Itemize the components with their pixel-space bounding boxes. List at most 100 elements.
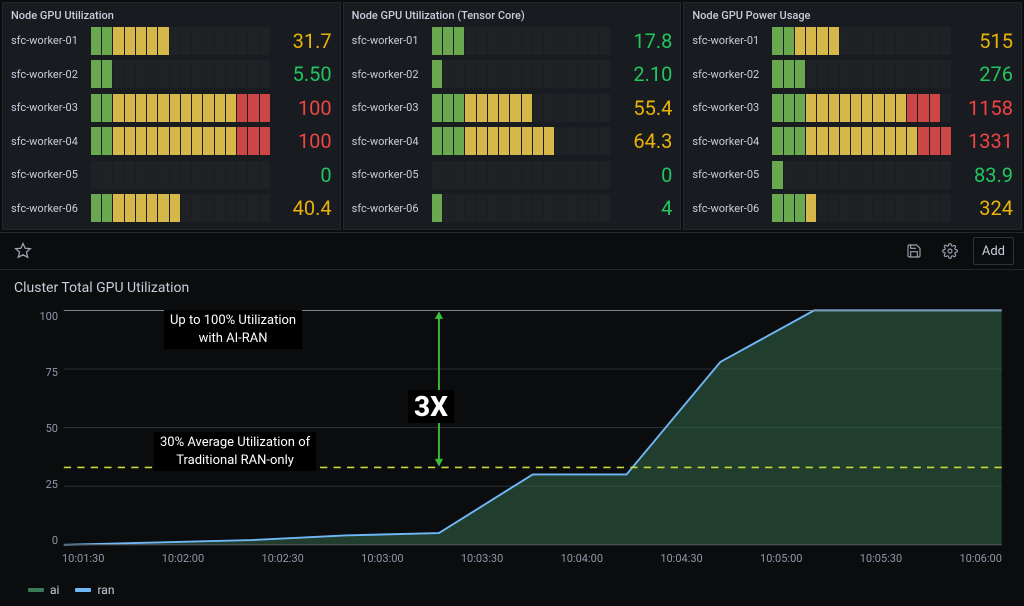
gauge-row: sfc-worker-06 4 bbox=[352, 194, 673, 222]
x-tick: 10:06:00 bbox=[959, 552, 1001, 565]
row-label: sfc-worker-02 bbox=[352, 68, 432, 81]
gauge-panel[interactable]: Node GPU Utilizationsfc-worker-0131.7sfc… bbox=[2, 2, 341, 230]
gauge-row: sfc-worker-04100 bbox=[11, 127, 332, 155]
gauge-row: sfc-worker-05 0 bbox=[352, 161, 673, 189]
panel-title: Node GPU Utilization bbox=[11, 9, 332, 22]
x-tick: 10:05:30 bbox=[860, 552, 902, 565]
row-label: sfc-worker-01 bbox=[11, 34, 91, 47]
row-label: sfc-worker-05 bbox=[692, 168, 772, 181]
panel-toolbar: Add bbox=[0, 232, 1024, 270]
row-value: 324 bbox=[951, 196, 1013, 220]
gauge-row: sfc-worker-03 1158 bbox=[692, 94, 1013, 122]
gauge-bar bbox=[432, 94, 611, 122]
row-label: sfc-worker-06 bbox=[692, 202, 772, 215]
row-value: 0 bbox=[270, 163, 332, 187]
gauge-row: sfc-worker-02 5.50 bbox=[11, 60, 332, 88]
row-value: 55.4 bbox=[610, 96, 672, 120]
row-label: sfc-worker-03 bbox=[11, 101, 91, 114]
row-label: sfc-worker-04 bbox=[11, 135, 91, 148]
row-label: sfc-worker-01 bbox=[352, 34, 432, 47]
row-value: 17.8 bbox=[610, 29, 672, 53]
legend-item[interactable]: ran bbox=[75, 583, 114, 597]
x-tick: 10:01:30 bbox=[62, 552, 104, 565]
gear-icon[interactable] bbox=[937, 238, 963, 264]
row-label: sfc-worker-06 bbox=[11, 202, 91, 215]
gauge-bar bbox=[432, 161, 611, 189]
x-tick: 10:03:30 bbox=[461, 552, 503, 565]
gauge-bar bbox=[91, 27, 270, 55]
star-icon[interactable] bbox=[10, 238, 36, 264]
annotation-top: Up to 100% Utilizationwith AI-RAN bbox=[164, 310, 302, 349]
row-value: 40.4 bbox=[270, 196, 332, 220]
row-value: 2.10 bbox=[610, 62, 672, 86]
gauge-bar bbox=[91, 194, 270, 222]
chart-legend: ai ran bbox=[14, 581, 1010, 597]
row-label: sfc-worker-03 bbox=[352, 101, 432, 114]
gauge-row: sfc-worker-01515 bbox=[692, 27, 1013, 55]
gauge-bar bbox=[772, 127, 951, 155]
gauge-row: sfc-worker-05 0 bbox=[11, 161, 332, 189]
row-value: 4 bbox=[610, 196, 672, 220]
gauge-row: sfc-worker-01 17.8 bbox=[352, 27, 673, 55]
legend-swatch bbox=[28, 588, 44, 592]
row-label: sfc-worker-02 bbox=[11, 68, 91, 81]
gauge-bar bbox=[432, 127, 611, 155]
chart-title: Cluster Total GPU Utilization bbox=[14, 280, 1010, 296]
gauge-bar bbox=[91, 161, 270, 189]
gauge-bar bbox=[432, 60, 611, 88]
gauge-row: sfc-worker-06 324 bbox=[692, 194, 1013, 222]
row-value: 31.7 bbox=[270, 29, 332, 53]
x-tick: 10:04:00 bbox=[561, 552, 603, 565]
gauge-row: sfc-worker-04 1331 bbox=[692, 127, 1013, 155]
legend-item[interactable]: ai bbox=[28, 583, 59, 597]
row-value: 1331 bbox=[951, 129, 1013, 153]
x-tick: 10:05:00 bbox=[760, 552, 802, 565]
legend-swatch bbox=[75, 588, 91, 592]
row-label: sfc-worker-02 bbox=[692, 68, 772, 81]
gauge-bar bbox=[772, 60, 951, 88]
save-icon[interactable] bbox=[901, 238, 927, 264]
gauge-row: sfc-worker-05 83.9 bbox=[692, 161, 1013, 189]
row-value: 64.3 bbox=[610, 129, 672, 153]
legend-label: ai bbox=[50, 583, 59, 597]
gauge-bar bbox=[91, 94, 270, 122]
chart-panel: Cluster Total GPU Utilization 1007550250… bbox=[0, 270, 1024, 605]
row-label: sfc-worker-04 bbox=[352, 135, 432, 148]
add-button[interactable]: Add bbox=[973, 237, 1014, 265]
panel-title: Node GPU Power Usage bbox=[692, 9, 1013, 22]
row-label: sfc-worker-05 bbox=[352, 168, 432, 181]
gauge-bar bbox=[432, 27, 611, 55]
row-value: 5.50 bbox=[270, 62, 332, 86]
row-label: sfc-worker-03 bbox=[692, 101, 772, 114]
gauge-bar bbox=[91, 60, 270, 88]
gauge-bar bbox=[772, 194, 951, 222]
gauge-row: sfc-worker-03 100 bbox=[11, 94, 332, 122]
gauge-row: sfc-worker-02 276 bbox=[692, 60, 1013, 88]
gauge-bar bbox=[772, 27, 951, 55]
row-label: sfc-worker-06 bbox=[352, 202, 432, 215]
x-axis-ticks: 10:01:3010:02:0010:02:3010:03:0010:03:30… bbox=[62, 552, 1002, 565]
x-tick: 10:03:00 bbox=[361, 552, 403, 565]
gauge-panel[interactable]: Node GPU Power Usage sfc-worker-01515 sfc-… bbox=[683, 2, 1022, 230]
x-tick: 10:04:30 bbox=[660, 552, 702, 565]
legend-label: ran bbox=[97, 583, 114, 597]
panel-title: Node GPU Utilization (Tensor Core) bbox=[352, 9, 673, 22]
row-value: 276 bbox=[951, 62, 1013, 86]
gauge-row: sfc-worker-01 31.7 bbox=[11, 27, 332, 55]
gauge-row: sfc-worker-03 55.4 bbox=[352, 94, 673, 122]
row-value: 0 bbox=[610, 163, 672, 187]
chart-area[interactable]: 1007550250 10:01:3010:02:0010:02:3010:03… bbox=[14, 304, 1010, 581]
row-label: sfc-worker-04 bbox=[692, 135, 772, 148]
gauge-row: sfc-worker-06 40.4 bbox=[11, 194, 332, 222]
top-panels: Node GPU Utilizationsfc-worker-0131.7sfc… bbox=[0, 0, 1024, 232]
row-label: sfc-worker-05 bbox=[11, 168, 91, 181]
row-value: 100 bbox=[270, 96, 332, 120]
row-value: 83.9 bbox=[951, 163, 1013, 187]
annotation-3x: 3X bbox=[408, 390, 454, 423]
row-value: 1158 bbox=[951, 96, 1013, 120]
gauge-panel[interactable]: Node GPU Utilization (Tensor Core) sfc-wo… bbox=[343, 2, 682, 230]
gauge-bar bbox=[772, 161, 951, 189]
x-tick: 10:02:00 bbox=[162, 552, 204, 565]
gauge-bar bbox=[91, 127, 270, 155]
annotation-mid: 30% Average Utilization ofTraditional RA… bbox=[154, 432, 316, 471]
